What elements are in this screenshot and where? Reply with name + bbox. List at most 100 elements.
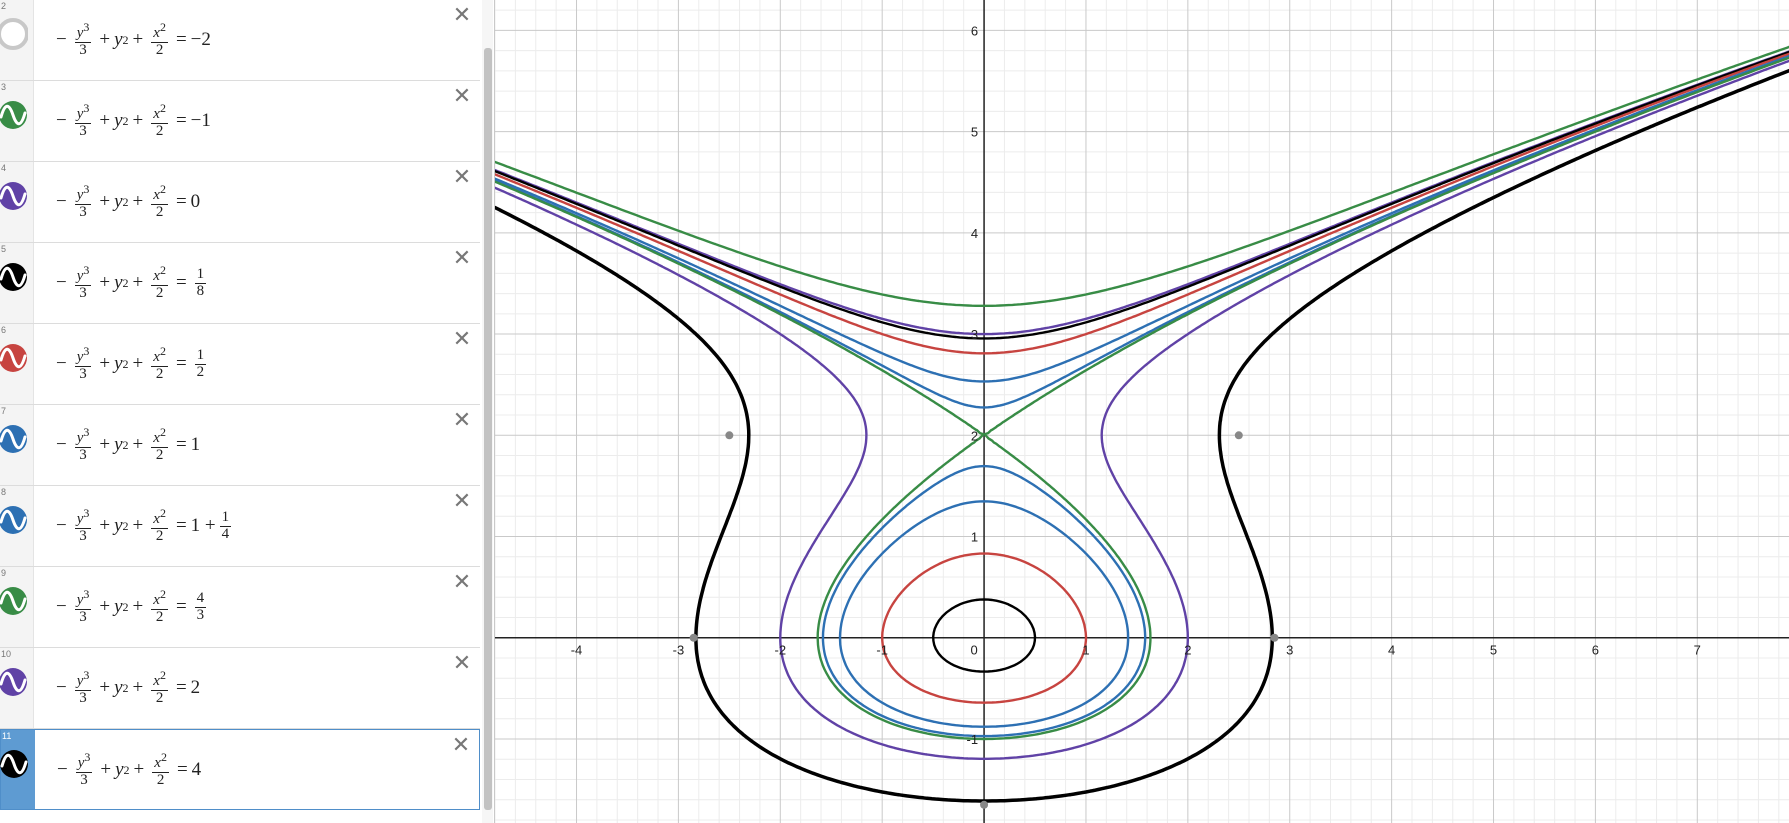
delete-expression-icon[interactable]: ✕ bbox=[450, 490, 474, 514]
level-curve-7[interactable] bbox=[495, 54, 1789, 728]
expression-gutter[interactable]: 7 bbox=[0, 405, 34, 485]
expression-row-4[interactable]: 4− y3 3 + y 2 + x2 2 = 0 ✕ bbox=[0, 162, 480, 243]
expression-formula[interactable]: − y3 3 + y 2 + x2 2 = 4 bbox=[53, 742, 201, 798]
x-tick-label: 7 bbox=[1694, 643, 1701, 658]
point-marker[interactable] bbox=[980, 800, 989, 809]
expression-gutter[interactable]: 6 bbox=[0, 324, 34, 404]
purple-wave-icon[interactable] bbox=[0, 176, 28, 216]
green-wave-icon[interactable] bbox=[0, 95, 28, 135]
fraction-numerator: x2 bbox=[151, 183, 168, 205]
delete-expression-icon[interactable]: ✕ bbox=[450, 247, 474, 271]
delete-expression-icon[interactable]: ✕ bbox=[450, 409, 474, 433]
var-y: y bbox=[114, 29, 123, 50]
equals-sign: = bbox=[175, 272, 187, 293]
denominator-value: 2 bbox=[155, 528, 164, 544]
fraction-numerator: 1 bbox=[219, 509, 232, 527]
expression-row-11[interactable]: 11− y3 3 + y 2 + x2 2 = 4 ✕ bbox=[0, 729, 480, 810]
minus-sign: − bbox=[56, 353, 67, 374]
fraction-denominator: 4 bbox=[220, 526, 232, 543]
expression-gutter[interactable]: 8 bbox=[0, 486, 34, 566]
level-curve-8[interactable] bbox=[495, 56, 1789, 738]
expression-formula[interactable]: − y3 3 + y 2 + x2 2 = 0 bbox=[52, 174, 200, 230]
expression-gutter[interactable]: 2 bbox=[0, 0, 34, 80]
red-wave-icon[interactable] bbox=[0, 338, 28, 378]
denominator-value: 3 bbox=[79, 609, 87, 625]
expression-formula[interactable]: − y3 3 + y 2 + x2 2 = 1 8 bbox=[52, 255, 210, 311]
delete-expression-icon[interactable]: ✕ bbox=[449, 734, 473, 758]
expression-formula[interactable]: − y3 3 + y 2 + x2 2 = 1 2 bbox=[52, 336, 210, 392]
delete-expression-icon[interactable]: ✕ bbox=[450, 85, 474, 109]
fraction-denominator: 2 bbox=[154, 447, 166, 464]
delete-expression-icon[interactable]: ✕ bbox=[450, 652, 474, 676]
expression-row-7[interactable]: 7− y3 3 + y 2 + x2 2 = 1 ✕ bbox=[0, 405, 480, 486]
blue-wave-icon[interactable] bbox=[0, 419, 28, 459]
scrollbar-thumb[interactable] bbox=[484, 48, 492, 810]
hidden-circle-icon[interactable] bbox=[0, 14, 28, 54]
plus-sign: + bbox=[100, 759, 112, 780]
point-marker[interactable] bbox=[725, 431, 734, 440]
y-tick-label: 5 bbox=[971, 125, 978, 140]
delete-expression-icon[interactable]: ✕ bbox=[450, 571, 474, 595]
denominator-value: 3 bbox=[79, 447, 87, 463]
expression-row-10[interactable]: 10 − y3 3 + y 2 + x2 2 = 2 ✕ bbox=[0, 648, 480, 729]
expression-gutter[interactable]: 10 bbox=[0, 648, 34, 728]
point-marker[interactable] bbox=[689, 633, 698, 642]
equals-sign: = bbox=[175, 110, 187, 131]
expression-formula[interactable]: − y3 3 + y 2 + x2 2 = 2 bbox=[52, 660, 200, 716]
expression-formula[interactable]: − y3 3 + y 2 + x2 2 = 1 +1 4 bbox=[52, 498, 235, 554]
level-curve-9[interactable] bbox=[495, 56, 1789, 741]
var-y: y bbox=[114, 677, 123, 698]
x-tick-label: 5 bbox=[1490, 643, 1497, 658]
expression-formula[interactable]: − y3 3 + y 2 + x2 2 = 1 bbox=[52, 417, 200, 473]
expression-number: 3 bbox=[1, 82, 7, 92]
plus-sign: + bbox=[132, 434, 144, 455]
black-wave-icon[interactable] bbox=[0, 744, 29, 784]
expression-row-6[interactable]: 6 − y3 3 + y 2 + x2 2 = 1 2 ✕ bbox=[0, 324, 480, 405]
delete-expression-icon[interactable]: ✕ bbox=[450, 328, 474, 352]
fraction: x2 2 bbox=[152, 751, 169, 789]
expression-gutter[interactable]: 5 bbox=[0, 243, 34, 323]
black-wave-icon[interactable] bbox=[0, 257, 28, 297]
x-tick-label: 6 bbox=[1592, 643, 1599, 658]
delete-expression-icon[interactable]: ✕ bbox=[450, 4, 474, 28]
fraction-denominator: 3 bbox=[77, 42, 89, 59]
fraction: x2 2 bbox=[151, 102, 168, 140]
expression-row-3[interactable]: 3− y3 3 + y 2 + x2 2 = −1 ✕ bbox=[0, 81, 480, 162]
expression-formula[interactable]: − y3 3 + y 2 + x2 2 = −2 bbox=[52, 12, 211, 68]
expression-formula[interactable]: − y3 3 + y 2 + x2 2 = −1 bbox=[52, 93, 211, 149]
expression-gutter[interactable]: 3 bbox=[0, 81, 34, 161]
exponent: 2 bbox=[122, 113, 129, 128]
graph-canvas[interactable]: -4 -3 -2 -1 0 1 2 3 4 5 6 7 -1 1 2 3 4 5 6 bbox=[495, 0, 1789, 823]
expression-row-8[interactable]: 8 − y3 3 + y 2 + x2 2 = 1 +1 4 ✕ bbox=[0, 486, 480, 567]
level-curve-5[interactable] bbox=[495, 50, 1789, 673]
exponent: 2 bbox=[159, 20, 166, 35]
fraction: y3 3 bbox=[75, 751, 93, 789]
fraction-denominator: 2 bbox=[154, 42, 166, 59]
fraction: y3 3 bbox=[74, 183, 92, 221]
expression-gutter[interactable]: 4 bbox=[0, 162, 34, 242]
exponent: 2 bbox=[122, 32, 129, 47]
expression-gutter[interactable]: 11 bbox=[0, 730, 35, 809]
point-marker[interactable] bbox=[1270, 633, 1279, 642]
blue-wave-icon[interactable] bbox=[0, 500, 28, 540]
fraction-numerator: x2 bbox=[151, 264, 168, 286]
point-marker[interactable] bbox=[1234, 431, 1243, 440]
graph-paper[interactable]: -4 -3 -2 -1 0 1 2 3 4 5 6 7 -1 1 2 3 4 5 6 bbox=[495, 0, 1789, 823]
var-y: y bbox=[114, 434, 123, 455]
plus-sign: + bbox=[99, 29, 111, 50]
plus-sign: + bbox=[132, 596, 144, 617]
purple-wave-icon[interactable] bbox=[0, 662, 28, 702]
plus-sign: + bbox=[99, 110, 111, 131]
green-wave-icon[interactable] bbox=[0, 581, 28, 621]
delete-expression-icon[interactable]: ✕ bbox=[450, 166, 474, 190]
fraction-denominator: 2 bbox=[155, 772, 167, 789]
rhs-value: 4 bbox=[191, 759, 202, 780]
expression-row-2[interactable]: 2− y3 3 + y 2 + x2 2 = −2 ✕ bbox=[0, 0, 480, 81]
exponent: 2 bbox=[122, 194, 129, 209]
expression-row-9[interactable]: 9− y3 3 + y 2 + x2 2 = 4 3 ✕ bbox=[0, 567, 480, 648]
expression-gutter[interactable]: 9 bbox=[0, 567, 34, 647]
expression-formula[interactable]: − y3 3 + y 2 + x2 2 = 4 3 bbox=[52, 579, 210, 635]
expression-row-5[interactable]: 5 − y3 3 + y 2 + x2 2 = 1 8 ✕ bbox=[0, 243, 480, 324]
expression-number: 6 bbox=[1, 325, 7, 335]
plus-sign: + bbox=[99, 434, 111, 455]
